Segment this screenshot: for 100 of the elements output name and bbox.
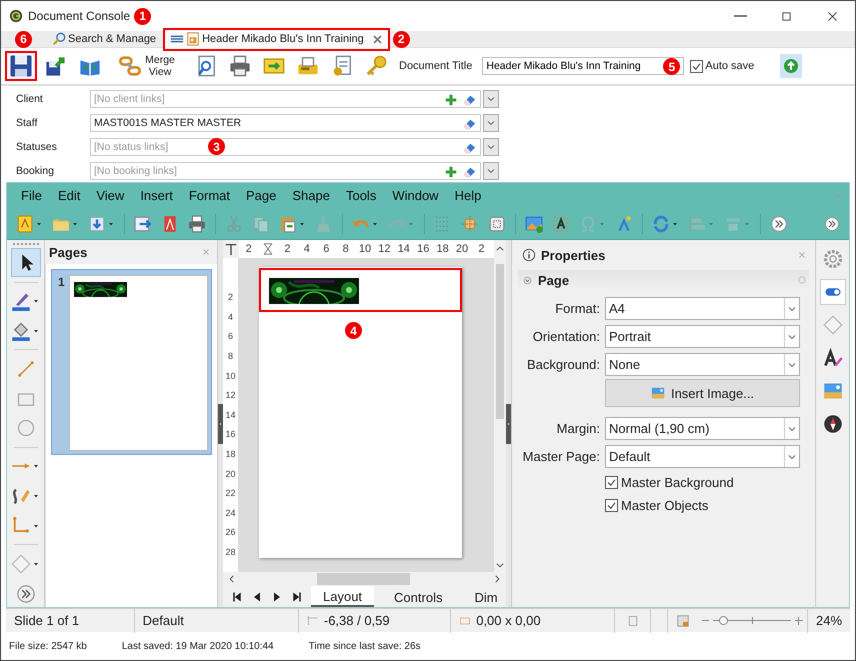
undo-arrow-icon: [352, 218, 370, 228]
dropdown-button[interactable]: [483, 138, 499, 156]
ruler-number: 2: [226, 291, 234, 304]
chain-icon: [119, 55, 141, 77]
document-tab[interactable]: Search & Manage: [48, 30, 160, 48]
page-magnifier-icon: [195, 55, 217, 77]
dropdown-button[interactable]: [483, 162, 499, 180]
gallery-picture-icon: [822, 381, 842, 401]
menu-item[interactable]: Shape: [284, 188, 338, 203]
ruler-number: 28: [224, 546, 236, 560]
check-icon: [606, 476, 617, 488]
link-field[interactable]: [No booking links]: [90, 162, 481, 180]
status-text: Last saved: 19 Mar 2020 10:10:44: [122, 640, 274, 652]
sidebar-button[interactable]: [820, 279, 846, 305]
view-tab[interactable]: Controls: [382, 586, 454, 607]
navigation-button[interactable]: [231, 590, 243, 602]
field-label: Staff: [16, 117, 38, 129]
splitter-handle[interactable]: [506, 240, 511, 607]
menu-item[interactable]: Edit: [50, 188, 88, 203]
merge-view-button[interactable]: Merge View: [115, 51, 181, 81]
document-coin-icon: [331, 55, 353, 77]
ruler-number: 16: [224, 428, 236, 442]
menu-item[interactable]: File: [13, 188, 50, 203]
ruler-number: 4: [226, 310, 234, 324]
callout-badge: 2: [392, 30, 410, 48]
dropdown[interactable]: None: [605, 353, 800, 376]
document-tab[interactable]: Header Mikado Blu's Inn Training: [164, 28, 389, 50]
menu-item[interactable]: Page: [238, 188, 284, 203]
ruler-number: 4: [302, 243, 311, 255]
dropdown[interactable]: Default: [605, 445, 800, 468]
ruler-number: 14: [224, 408, 236, 422]
upload-button[interactable]: [780, 54, 802, 78]
floppy-arrow-icon: [45, 55, 67, 77]
auto-save-checkbox[interactable]: Auto save: [690, 60, 754, 72]
ruler-number: 22: [224, 487, 236, 500]
ruler-number: 10: [358, 243, 372, 255]
ruler-number: 18: [224, 448, 236, 462]
field-label: Format:: [554, 301, 600, 316]
slide-icon: [16, 214, 34, 232]
link-field[interactable]: [No client links]: [90, 90, 481, 108]
diamond-icon: [822, 315, 842, 335]
skip-first-icon: [231, 590, 243, 602]
compass-icon: [822, 414, 842, 434]
menu-item[interactable]: Tools: [338, 188, 384, 203]
dropdown[interactable]: Normal (1,90 cm): [605, 417, 800, 440]
ruler-number: 20: [224, 468, 236, 481]
close-icon: [833, 190, 843, 200]
checkbox[interactable]: Master Objects: [605, 496, 800, 514]
field-label: Margin:: [556, 421, 600, 436]
circle-icon: [16, 418, 36, 438]
menu-item[interactable]: Format: [180, 188, 238, 203]
settings-icon: [822, 249, 842, 269]
view-tab[interactable]: Dim: [462, 586, 506, 607]
ruler-number: 20: [454, 243, 470, 255]
close-icon: [797, 250, 807, 260]
collapse-circle-icon: [522, 274, 533, 286]
menu-item[interactable]: Insert: [132, 188, 181, 203]
scissors-icon: [225, 214, 243, 232]
field-label: Statuses: [16, 141, 58, 153]
ruler-number: 18: [435, 243, 450, 255]
status-text: File size: 2547 kb: [9, 640, 87, 652]
line-icon: [16, 358, 36, 379]
checkbox[interactable]: Master Background: [605, 473, 800, 491]
menu-item[interactable]: Help: [446, 188, 490, 203]
status-text: Default: [134, 608, 299, 632]
clipboard-icon: [279, 214, 297, 232]
dropdown[interactable]: A4: [605, 297, 800, 320]
dropdown[interactable]: Portrait: [605, 325, 800, 348]
view-tab[interactable]: Layout: [311, 586, 374, 607]
double-chevron-icon: [824, 216, 840, 232]
page-thumbnail[interactable]: 1: [51, 269, 212, 455]
status-text: 0,00 x 0,00: [476, 613, 541, 628]
toolbar-button[interactable]: [5, 51, 37, 81]
field-label: Orientation:: [532, 329, 600, 344]
ruler-number: 12: [377, 243, 392, 255]
menu-item[interactable]: Window: [384, 188, 447, 203]
field-label: Booking: [16, 165, 55, 177]
navigation-button[interactable]: [291, 590, 303, 602]
dropdown-button[interactable]: [483, 114, 499, 132]
panel-title: Properties: [541, 248, 606, 262]
panel-title: Pages: [49, 244, 88, 260]
redo-arrow-icon: [388, 218, 406, 228]
gallery-picture-icon: [650, 386, 665, 400]
link-field[interactable]: MAST001S MASTER MASTER: [90, 114, 481, 132]
paint-bucket-icon: [11, 321, 31, 342]
field-label: Background:: [526, 357, 600, 372]
splitter-handle[interactable]: [218, 240, 223, 607]
up-arrow-circle-icon: [783, 58, 800, 74]
page-number: 1: [58, 275, 65, 291]
insert-image-button[interactable]: Insert Image...: [605, 379, 800, 407]
menu-item[interactable]: View: [88, 188, 132, 203]
field-label: Document Title: [399, 60, 472, 72]
plus-icon: [444, 92, 458, 106]
app-logo-icon: [9, 9, 23, 23]
dropdown-button[interactable]: [483, 90, 499, 108]
settings-icon: [797, 275, 807, 285]
ruler-number: 2: [244, 243, 253, 255]
ruler-number: 24: [224, 506, 236, 520]
tool-button[interactable]: [10, 248, 40, 277]
double-chevron-icon: [16, 584, 36, 604]
